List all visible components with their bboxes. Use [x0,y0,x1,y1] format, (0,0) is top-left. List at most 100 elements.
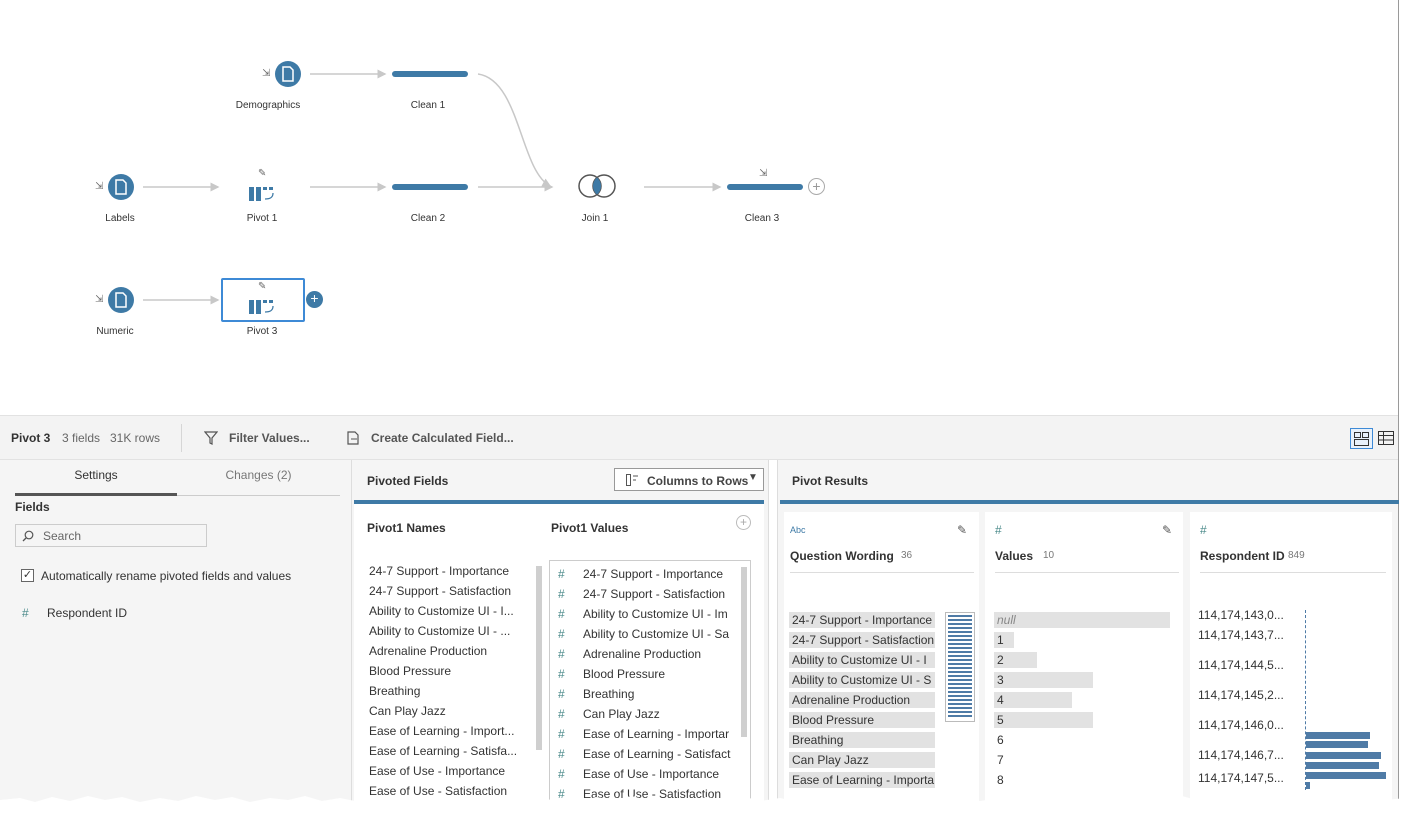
value-bar[interactable] [994,712,1093,728]
list-item[interactable]: 24-7 Support - Satisfaction [369,584,534,598]
values-list[interactable]: #24-7 Support - Importance #24-7 Support … [550,561,738,818]
create-calculated-field-button[interactable]: Create Calculated Field... [343,424,523,452]
list-item[interactable]: Blood Pressure [369,664,534,678]
field-respondent-id[interactable]: Respondent ID [47,606,127,620]
list-item[interactable]: Ability to Customize UI - Im [583,607,737,621]
clean1-node[interactable] [392,71,468,77]
list-item[interactable]: Ease of Learning - Satisfact [583,747,737,761]
pivot-mode-dropdown[interactable]: Columns to Rows ▼ [614,468,764,491]
values-scrollbar[interactable] [741,567,747,737]
rows-count: 31K rows [110,431,161,445]
profile-view-toggle[interactable] [1350,428,1373,449]
bin-label: 114,174,145,2... [1198,688,1284,702]
add-step-icon[interactable]: + [306,291,323,308]
values-histogram[interactable]: null 1 2 3 4 5 6 7 8 [994,612,1174,812]
values-card[interactable]: # ✎ Values 10 null 1 2 3 4 5 6 7 8 [985,512,1183,818]
search-placeholder: Search [43,529,82,543]
number-type-icon: # [558,587,565,601]
pivot-mode-label: Columns to Rows [647,474,749,488]
question-wording-count: 36 [901,550,913,561]
list-item[interactable]: Ease of Use - Importance [369,764,534,778]
histogram-bar [1306,752,1381,759]
filter-values-label: Filter Values... [229,431,310,445]
document-icon [115,292,127,308]
edit-icon: ⇲ [759,168,768,179]
input-link-icon: ⇲ [95,294,104,305]
filter-values-button[interactable]: Filter Values... [200,424,320,452]
labels-input-node[interactable] [108,174,134,200]
tab-settings[interactable]: Settings [15,468,177,496]
tab-changes[interactable]: Changes (2) [177,468,340,496]
bin-label: 114,174,147,5... [1198,771,1284,785]
pivot3-node[interactable] [249,298,277,316]
list-item[interactable]: Ease of Use - Importance [583,767,737,781]
list-item[interactable]: Ability to Customize UI - I... [369,604,534,618]
pivot1-node[interactable] [249,185,277,203]
list-item[interactable]: Can Play Jazz [369,704,534,718]
list-item[interactable]: Adrenaline Production [583,647,737,661]
list-item[interactable]: Ability to Customize UI - Sa [583,627,737,641]
edit-icon[interactable]: ✎ [957,523,967,537]
bin-label: 114,174,143,0... [1198,608,1284,622]
list-item[interactable]: 24-7 Support - Importance [369,564,534,578]
pivoted-fields-title: Pivoted Fields [367,474,449,488]
demographics-input-node[interactable] [275,61,301,87]
list-item[interactable]: Ease of Learning - Satisfa... [369,744,534,758]
list-item[interactable]: Ability to Customize UI - ... [369,624,534,638]
value-bar[interactable] [994,672,1093,688]
histogram-bar [1306,772,1386,779]
value-bar[interactable] [994,612,1170,628]
edit-icon: ✎ [258,281,267,292]
add-pivot-icon[interactable]: + [736,515,751,530]
document-icon [115,179,127,195]
auto-rename-label: Automatically rename pivoted fields and … [41,569,292,583]
torn-edge [0,796,1406,818]
list-item[interactable]: Breathing [369,684,534,698]
value-label: 2 [997,653,1004,667]
input-link-icon: ⇲ [95,181,104,192]
values-count: 10 [1043,550,1055,561]
pivot-results-title: Pivot Results [792,474,869,488]
list-item[interactable]: Adrenaline Production [369,644,534,658]
value-label: 1 [997,633,1004,647]
number-type-icon: # [558,707,565,721]
join1-node[interactable] [577,173,619,201]
clean2-node[interactable] [392,184,468,190]
list-item[interactable]: Blood Pressure [583,667,737,681]
numeric-input-node[interactable] [108,287,134,313]
filter-icon [204,431,218,445]
accent-bar [780,500,1399,504]
clean3-node[interactable] [727,184,803,190]
auto-rename-checkbox[interactable]: ✓ [21,569,34,582]
add-step-icon[interactable]: + [808,178,825,195]
list-item[interactable]: Ease of Learning - Importar [583,727,737,741]
list-item[interactable]: 24-7 Support - Importance [583,567,737,581]
flow-canvas[interactable]: ⇲ Demographics Clean 1 ⇲ Labels ✎ Pivot … [0,0,1398,415]
value-label: Can Play Jazz [792,753,869,767]
question-wording-minimap[interactable] [945,612,975,722]
search-input[interactable]: Search [15,524,207,547]
number-type-icon: # [558,767,565,781]
respondent-id-bins[interactable]: 114,174,143,0... 114,174,143,7... 114,174,… [1198,608,1308,808]
pivot1-label: Pivot 1 [246,213,278,224]
step-toolbar: Pivot 3 3 fields 31K rows Filter Values.… [0,415,1398,460]
list-item[interactable]: Ease of Learning - Import... [369,724,534,738]
values-header: Pivot1 Values [551,521,629,535]
question-wording-card[interactable]: Abc ✎ Question Wording 36 24-7 Support -… [784,512,979,818]
clean2-label: Clean 2 [410,213,446,224]
value-bar[interactable] [994,692,1072,708]
flow-connectors [143,69,722,305]
list-item[interactable]: 24-7 Support - Satisfaction [583,587,737,601]
data-grid-view-toggle[interactable] [1376,428,1396,449]
names-list[interactable]: 24-7 Support - Importance 24-7 Support - … [369,564,539,818]
question-wording-values[interactable]: 24-7 Support - Importance 24-7 Support - … [789,612,937,812]
respondent-id-card[interactable]: # Respondent ID 849 114,174,143,0... 114,… [1190,512,1392,818]
fields-count: 3 fields [62,431,101,445]
list-item[interactable]: Breathing [583,687,737,701]
list-item[interactable]: Can Play Jazz [583,707,737,721]
number-type-icon: # [995,523,1002,537]
names-scrollbar[interactable] [536,566,542,750]
edit-icon[interactable]: ✎ [1162,523,1172,537]
number-type-icon: # [558,747,565,761]
input-link-icon: ⇲ [262,68,271,79]
